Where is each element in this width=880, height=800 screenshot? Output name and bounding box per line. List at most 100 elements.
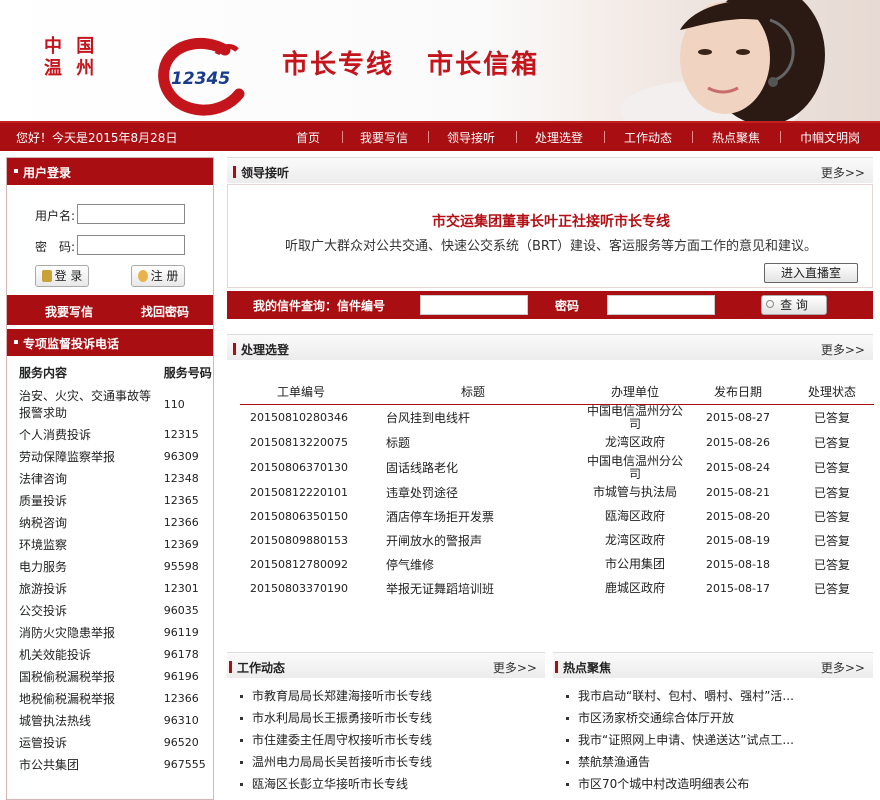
leader-more-link[interactable]: 更多>> xyxy=(821,164,865,181)
nav-processing[interactable]: 处理选登 xyxy=(535,129,583,146)
processing-row[interactable]: 20150803370190 举报无证舞蹈培训班 鹿城区政府 2015-08-17 已答… xyxy=(240,577,874,601)
hot-more-link[interactable]: 更多>> xyxy=(821,659,865,676)
processing-row[interactable]: 20150810280346 台风挂到电线杆 中国电信温州分公司 2015-08-27… xyxy=(240,404,874,431)
hotline-service-name: 消防火灾隐患举报 xyxy=(19,625,116,640)
processing-row[interactable]: 20150806350150 酒店停车场拒开发票 瓯海区政府 2015-08-20 已答… xyxy=(240,505,874,529)
hotline-number: 96196 xyxy=(163,669,199,683)
processing-row[interactable]: 20150806370130 固话线路老化 中国电信温州分公司 2015-08-24 已… xyxy=(240,453,874,481)
nav-hot-topics[interactable]: 热点聚焦 xyxy=(712,129,760,146)
login-button[interactable]: 登 录 xyxy=(35,265,89,287)
ticket-date: 2015-08-27 xyxy=(706,411,770,424)
hotline-row: 电力服务 95598 xyxy=(7,555,213,577)
hotline-number: 12348 xyxy=(163,471,199,485)
letter-number-input[interactable] xyxy=(420,295,528,315)
nav-home[interactable]: 首页 xyxy=(296,129,320,146)
city-line-1: 中 国 xyxy=(44,36,99,57)
hotline-service-name: 机关效能投诉 xyxy=(19,647,92,662)
hot-news-item[interactable]: 市区70个城中村改造明细表公布 xyxy=(564,773,870,795)
work-news-item[interactable]: 市住建委主任周守权接听市长专线 xyxy=(238,729,538,751)
retrieve-password-link[interactable]: 找回密码 xyxy=(141,303,189,320)
hotline-service-name: 治安、火灾、交通事故等报警求助 xyxy=(19,389,152,420)
ticket-title[interactable]: 违章处罚途径 xyxy=(362,481,584,505)
processing-row[interactable]: 20150812780092 停气维修 市公用集团 2015-08-18 已答复 xyxy=(240,553,874,577)
ticket-title[interactable]: 酒店停车场拒开发票 xyxy=(362,505,584,529)
work-more-link[interactable]: 更多>> xyxy=(493,659,537,676)
ticket-unit: 中国电信温州分公司 xyxy=(586,453,683,481)
nav-write-letter[interactable]: 我要写信 xyxy=(360,129,408,146)
leader-headline[interactable]: 市交运集团董事长叶正社接听市长专线 xyxy=(228,211,874,231)
hotline-number: 12366 xyxy=(163,515,199,529)
hotline-number: 96178 xyxy=(163,647,199,661)
ticket-id: 20150806370130 xyxy=(250,461,348,474)
processing-row[interactable]: 20150813220075 标题 龙湾区政府 2015-08-26 已答复 xyxy=(240,431,874,455)
hotline-row: 旅游投诉 12301 xyxy=(7,577,213,599)
nav-women-post[interactable]: 巾帼文明岗 xyxy=(800,129,860,146)
ticket-date: 2015-08-24 xyxy=(706,461,770,474)
user-icon xyxy=(137,270,148,282)
hot-news-item[interactable]: 我市“证照网上申请、快递送达”试点工... xyxy=(564,729,870,751)
main-nav-bar: 您好！今天是2015年8月28日 首页 我要写信 领导接听 处理选登 工作动态 … xyxy=(0,121,880,151)
hotline-row: 质量投诉 12365 xyxy=(7,489,213,511)
hotline-service-name: 市公共集团 xyxy=(19,757,80,772)
hotline-row: 公交投诉 96035 xyxy=(7,599,213,621)
left-sidebar: 用户登录 用户名: 密 码: 登 录 注 册 我要写信 找回密码 专项监督投诉电… xyxy=(6,157,214,800)
username-input[interactable] xyxy=(77,204,185,224)
hotline-row: 个人消费投诉 12315 xyxy=(7,423,213,445)
nav-work-news[interactable]: 工作动态 xyxy=(624,129,672,146)
col-service-content: 服务内容 xyxy=(19,366,68,380)
processing-more-link[interactable]: 更多>> xyxy=(821,341,865,358)
hotline-service-name: 运管投诉 xyxy=(19,735,68,750)
ticket-title[interactable]: 开闸放水的警报声 xyxy=(362,529,584,553)
enter-live-room-button[interactable]: 进入直播室 xyxy=(764,263,858,283)
hotline-row: 纳税咨询 12366 xyxy=(7,511,213,533)
ticket-title[interactable]: 举报无证舞蹈培训班 xyxy=(362,577,584,601)
query-button[interactable]: 查 询 xyxy=(761,295,827,315)
hotlines-header-row: 服务内容 服务号码 xyxy=(7,356,213,385)
query-password-input[interactable] xyxy=(607,295,715,315)
hotline-service-name: 劳动保障监察举报 xyxy=(19,449,116,464)
work-news-item[interactable]: 市水利局局长王振勇接听市长专线 xyxy=(238,707,538,729)
hotlines-panel-title: 专项监督投诉电话 xyxy=(7,329,213,356)
work-news-item[interactable]: 温州电力局局长吴哲接听市长专线 xyxy=(238,751,538,773)
hotline-service-name: 旅游投诉 xyxy=(19,581,68,596)
leader-panel-header: 领导接听 更多>> xyxy=(227,157,873,183)
hotline-number: 95598 xyxy=(163,559,199,573)
ticket-title[interactable]: 台风挂到电线杆 xyxy=(362,404,584,431)
write-letter-link[interactable]: 我要写信 xyxy=(45,303,93,320)
ticket-title[interactable]: 停气维修 xyxy=(362,553,584,577)
leader-panel: 市交运集团董事长叶正社接听市长专线 听取广大群众对公共交通、快速公交系统（BRT… xyxy=(227,184,873,288)
hot-news-item[interactable]: 市区汤家桥交通综合体厅开放 xyxy=(564,707,870,729)
password-input[interactable] xyxy=(77,235,185,255)
ticket-status: 已答复 xyxy=(813,510,850,524)
register-button[interactable]: 注 册 xyxy=(131,265,185,287)
nav-leader-answer[interactable]: 领导接听 xyxy=(447,129,495,146)
hotline-number: 12366 xyxy=(163,691,199,705)
hot-topics-list: 我市启动“联村、包村、嚼村、强村”活... 市区汤家桥交通综合体厅开放 我市“证照网… xyxy=(564,685,870,795)
col-ticket-id: 工单编号 xyxy=(240,380,362,405)
ticket-unit: 龙湾区政府 xyxy=(604,533,665,547)
processing-header-row: 工单编号 标题 办理单位 发布日期 处理状态 xyxy=(240,380,874,405)
hotline-service-name: 电力服务 xyxy=(19,559,68,574)
work-news-item[interactable]: 市教育局局长郑建海接听市长专线 xyxy=(238,685,538,707)
hot-news-item[interactable]: 禁航禁渔通告 xyxy=(564,751,870,773)
leader-panel-title: 领导接听 xyxy=(232,166,290,180)
processing-row[interactable]: 20150809880153 开闸放水的警报声 龙湾区政府 2015-08-19 已答复 xyxy=(240,529,874,553)
ticket-status: 已答复 xyxy=(813,461,850,475)
ticket-date: 2015-08-19 xyxy=(706,534,770,547)
ticket-unit: 市城管与执法局 xyxy=(592,485,677,499)
ticket-unit: 鹿城区政府 xyxy=(604,581,665,595)
hotline-service-name: 城管执法热线 xyxy=(19,713,92,728)
hot-news-item[interactable]: 我市启动“联村、包村、嚼村、强村”活... xyxy=(564,685,870,707)
hotline-row: 市公共集团 967555 xyxy=(7,753,213,775)
hotline-row: 地税偷税漏税举报 12366 xyxy=(7,687,213,709)
ticket-id: 20150812220101 xyxy=(250,486,348,499)
ticket-title[interactable]: 标题 xyxy=(362,431,584,455)
processing-panel-title: 处理选登 xyxy=(232,343,290,357)
ticket-title[interactable]: 固话线路老化 xyxy=(362,455,584,481)
hotline-row: 法律咨询 12348 xyxy=(7,467,213,489)
ticket-id: 20150810280346 xyxy=(250,411,348,424)
ticket-id: 20150809880153 xyxy=(250,534,348,547)
processing-row[interactable]: 20150812220101 违章处罚途径 市城管与执法局 2015-08-21 已答复 xyxy=(240,481,874,505)
work-news-item[interactable]: 瓯海区长彭立华接听市长专线 xyxy=(238,773,538,795)
ticket-unit: 市公用集团 xyxy=(604,557,665,571)
